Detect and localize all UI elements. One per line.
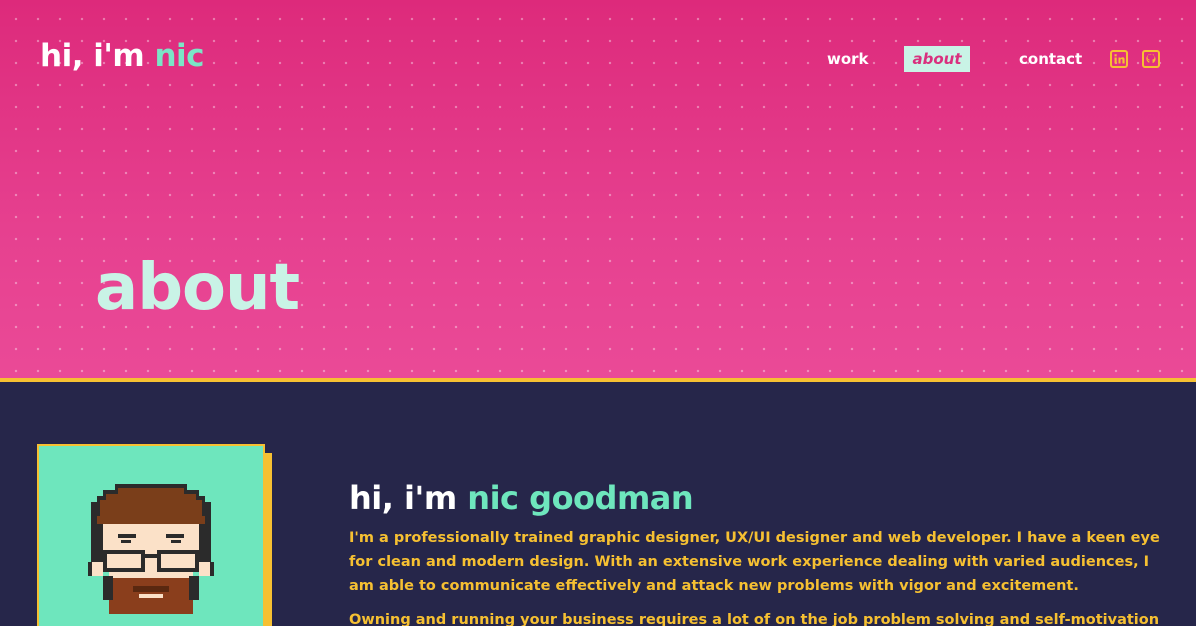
- page-title: about: [95, 250, 300, 325]
- avatar: [37, 444, 265, 626]
- about-section: hi, i'm nic goodman I'm a professionally…: [0, 382, 1196, 626]
- bio-paragraph-1: I'm a professionally trained graphic des…: [349, 530, 1160, 594]
- logo-prefix: hi, i'm: [40, 38, 155, 74]
- bio-heading-name: nic goodman: [467, 479, 694, 517]
- bio-section: hi, i'm nic goodman I'm a professionally…: [349, 478, 1169, 626]
- logo-name: nic: [154, 38, 205, 74]
- bio-paragraph-2: Owning and running your business require…: [349, 612, 1160, 626]
- nav-link-work[interactable]: work: [827, 46, 869, 72]
- bio-heading: hi, i'm nic goodman: [349, 478, 1169, 518]
- nav-link-contact[interactable]: contact: [1019, 46, 1082, 72]
- pixel-portrait-icon: [88, 484, 214, 614]
- hero-header: hi, i'm nic work about contact about: [0, 0, 1196, 379]
- github-icon[interactable]: [1142, 50, 1160, 68]
- bio-heading-prefix: hi, i'm: [349, 479, 468, 517]
- linkedin-icon[interactable]: [1110, 50, 1128, 68]
- nav-link-about[interactable]: about: [904, 46, 970, 72]
- site-logo[interactable]: hi, i'm nic: [40, 38, 205, 74]
